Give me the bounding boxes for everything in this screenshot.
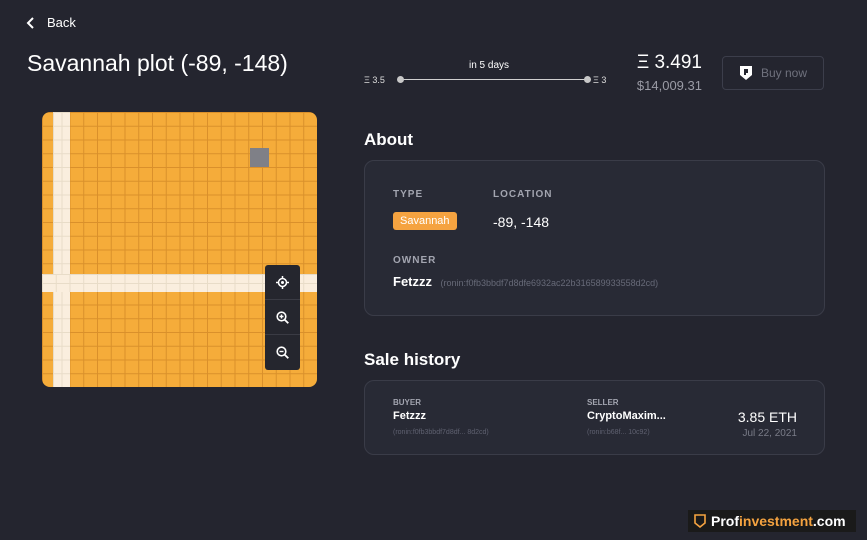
sale-date: Jul 22, 2021 — [742, 428, 798, 439]
seller-label: SELLER — [587, 398, 619, 407]
about-card: TYPE Savannah LOCATION -89, -148 OWNER F… — [364, 160, 825, 316]
seller-name[interactable]: CryptoMaxim... — [587, 410, 666, 422]
owner-name[interactable]: Fetzzz — [393, 274, 432, 289]
sale-amount: 3.85 ETH — [737, 409, 797, 425]
price-block: Ξ 3.491 $14,009.31 — [632, 52, 702, 93]
watermark-icon — [694, 514, 706, 528]
auction-timeline: in 5 days Ξ 3.5 Ξ 3 — [364, 55, 614, 95]
owner-address: (ronin:f0fb3bbdf7d8dfe6932ac22b316589933… — [440, 278, 659, 288]
type-label: TYPE — [393, 189, 424, 200]
buyer-label: BUYER — [393, 398, 422, 407]
owner-label: OWNER — [393, 255, 437, 266]
zoom-out-button[interactable] — [265, 335, 300, 370]
sale-history-heading: Sale history — [364, 350, 461, 369]
type-badge: Savannah — [393, 212, 457, 230]
watermark-logo: Prof investment .com — [688, 510, 856, 532]
back-label: Back — [47, 15, 76, 30]
back-button[interactable]: Back — [25, 15, 76, 30]
buyer-name[interactable]: Fetzzz — [393, 410, 426, 422]
auction-start-dot — [397, 76, 404, 83]
page-title: Savannah plot (-89, -148) — [27, 50, 288, 76]
auction-line — [401, 79, 587, 80]
location-label: LOCATION — [493, 189, 553, 200]
buy-now-label: Buy now — [760, 66, 808, 80]
map-controls — [265, 265, 300, 370]
crosshair-icon — [276, 275, 289, 289]
about-heading: About — [364, 130, 414, 149]
chevron-left-icon — [26, 16, 34, 29]
auction-end-price: Ξ 3 — [593, 75, 607, 85]
watermark-part3: .com — [812, 513, 846, 529]
locate-button[interactable] — [265, 265, 300, 300]
map-plot-marker[interactable] — [250, 148, 269, 167]
auction-end-dot — [584, 76, 591, 83]
price-eth: Ξ 3.491 — [636, 52, 702, 73]
auction-time-label: in 5 days — [468, 60, 510, 71]
auction-start-price: Ξ 3.5 — [364, 75, 385, 85]
map-road-vertical — [53, 112, 70, 387]
seller-address: (ronin:b68f... 10c92) — [587, 429, 650, 436]
watermark-part1: Prof — [711, 513, 739, 529]
location-value: -89, -148 — [493, 214, 550, 230]
shield-icon — [739, 66, 752, 80]
zoom-out-icon — [276, 346, 289, 359]
price-usd: $14,009.31 — [636, 78, 702, 93]
zoom-in-icon — [276, 310, 289, 324]
buyer-address: (ronin:f0fb3bbdf7d8df... 8d2cd) — [393, 429, 489, 436]
owner-row: Fetzzz (ronin:f0fb3bbdf7d8dfe6932ac22b31… — [393, 273, 658, 291]
watermark-part2: investment — [739, 513, 813, 529]
zoom-in-button[interactable] — [265, 300, 300, 335]
sale-history-card: BUYER Fetzzz (ronin:f0fb3bbdf7d8df... 8d… — [364, 380, 825, 455]
type-badge-wrap: Savannah — [393, 211, 457, 230]
buy-now-button[interactable]: Buy now — [722, 56, 824, 90]
